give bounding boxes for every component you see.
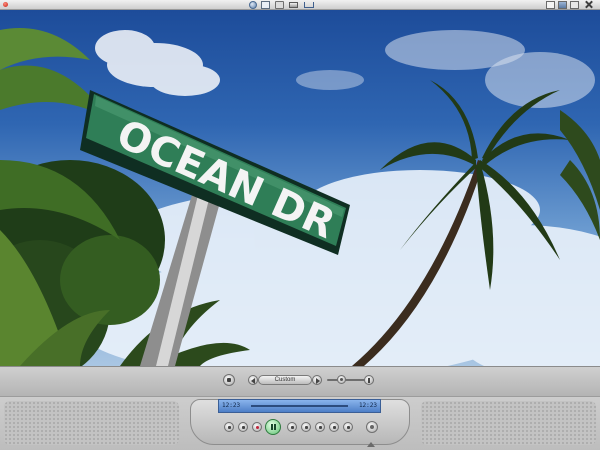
- total-time: 12:23: [358, 402, 377, 409]
- mail-icon[interactable]: [261, 1, 270, 9]
- loop-button[interactable]: [315, 422, 325, 432]
- mode-previous-button[interactable]: [248, 375, 258, 385]
- shuffle-button[interactable]: [329, 422, 339, 432]
- playlist-button[interactable]: [343, 422, 353, 432]
- cart-icon[interactable]: [304, 2, 314, 8]
- folder-icon[interactable]: [275, 1, 284, 9]
- volume-slider-thumb[interactable]: [336, 375, 346, 384]
- fullscreen-icon[interactable]: [570, 1, 579, 9]
- app-icon[interactable]: [3, 2, 8, 7]
- chevron-up-icon[interactable]: [367, 442, 375, 447]
- stop-video-button[interactable]: [223, 374, 235, 386]
- window-controls: [546, 0, 598, 10]
- globe-icon[interactable]: [249, 1, 257, 9]
- speaker-grille-left: [4, 401, 179, 445]
- skip-forward-button[interactable]: [301, 422, 311, 432]
- seek-bar[interactable]: [251, 405, 348, 407]
- close-icon[interactable]: [584, 0, 594, 9]
- restore-icon[interactable]: [558, 1, 567, 9]
- clouds: [95, 30, 595, 108]
- video-scene: OCEAN DR: [0, 28, 600, 366]
- skip-back-button[interactable]: [224, 422, 234, 432]
- minimize-icon[interactable]: [546, 1, 555, 9]
- record-button[interactable]: [252, 422, 262, 432]
- speaker-grille-right: [421, 401, 596, 445]
- top-bar: [0, 0, 600, 10]
- mode-next-button[interactable]: [312, 375, 322, 385]
- display-mode-selector[interactable]: Custom: [258, 375, 312, 385]
- video-frame[interactable]: OCEAN DR: [0, 10, 600, 366]
- drive-icon[interactable]: [289, 2, 298, 8]
- rewind-button[interactable]: [238, 422, 248, 432]
- pause-button[interactable]: [265, 419, 281, 435]
- time-display[interactable]: 12:23 12:23: [218, 399, 381, 413]
- fast-forward-button[interactable]: [287, 422, 297, 432]
- elapsed-time: 12:23: [222, 402, 241, 409]
- media-player-window: OCEAN DR Custom 12:23 12:23: [0, 0, 600, 450]
- settings-icon[interactable]: [366, 421, 378, 433]
- speaker-icon[interactable]: [364, 375, 374, 385]
